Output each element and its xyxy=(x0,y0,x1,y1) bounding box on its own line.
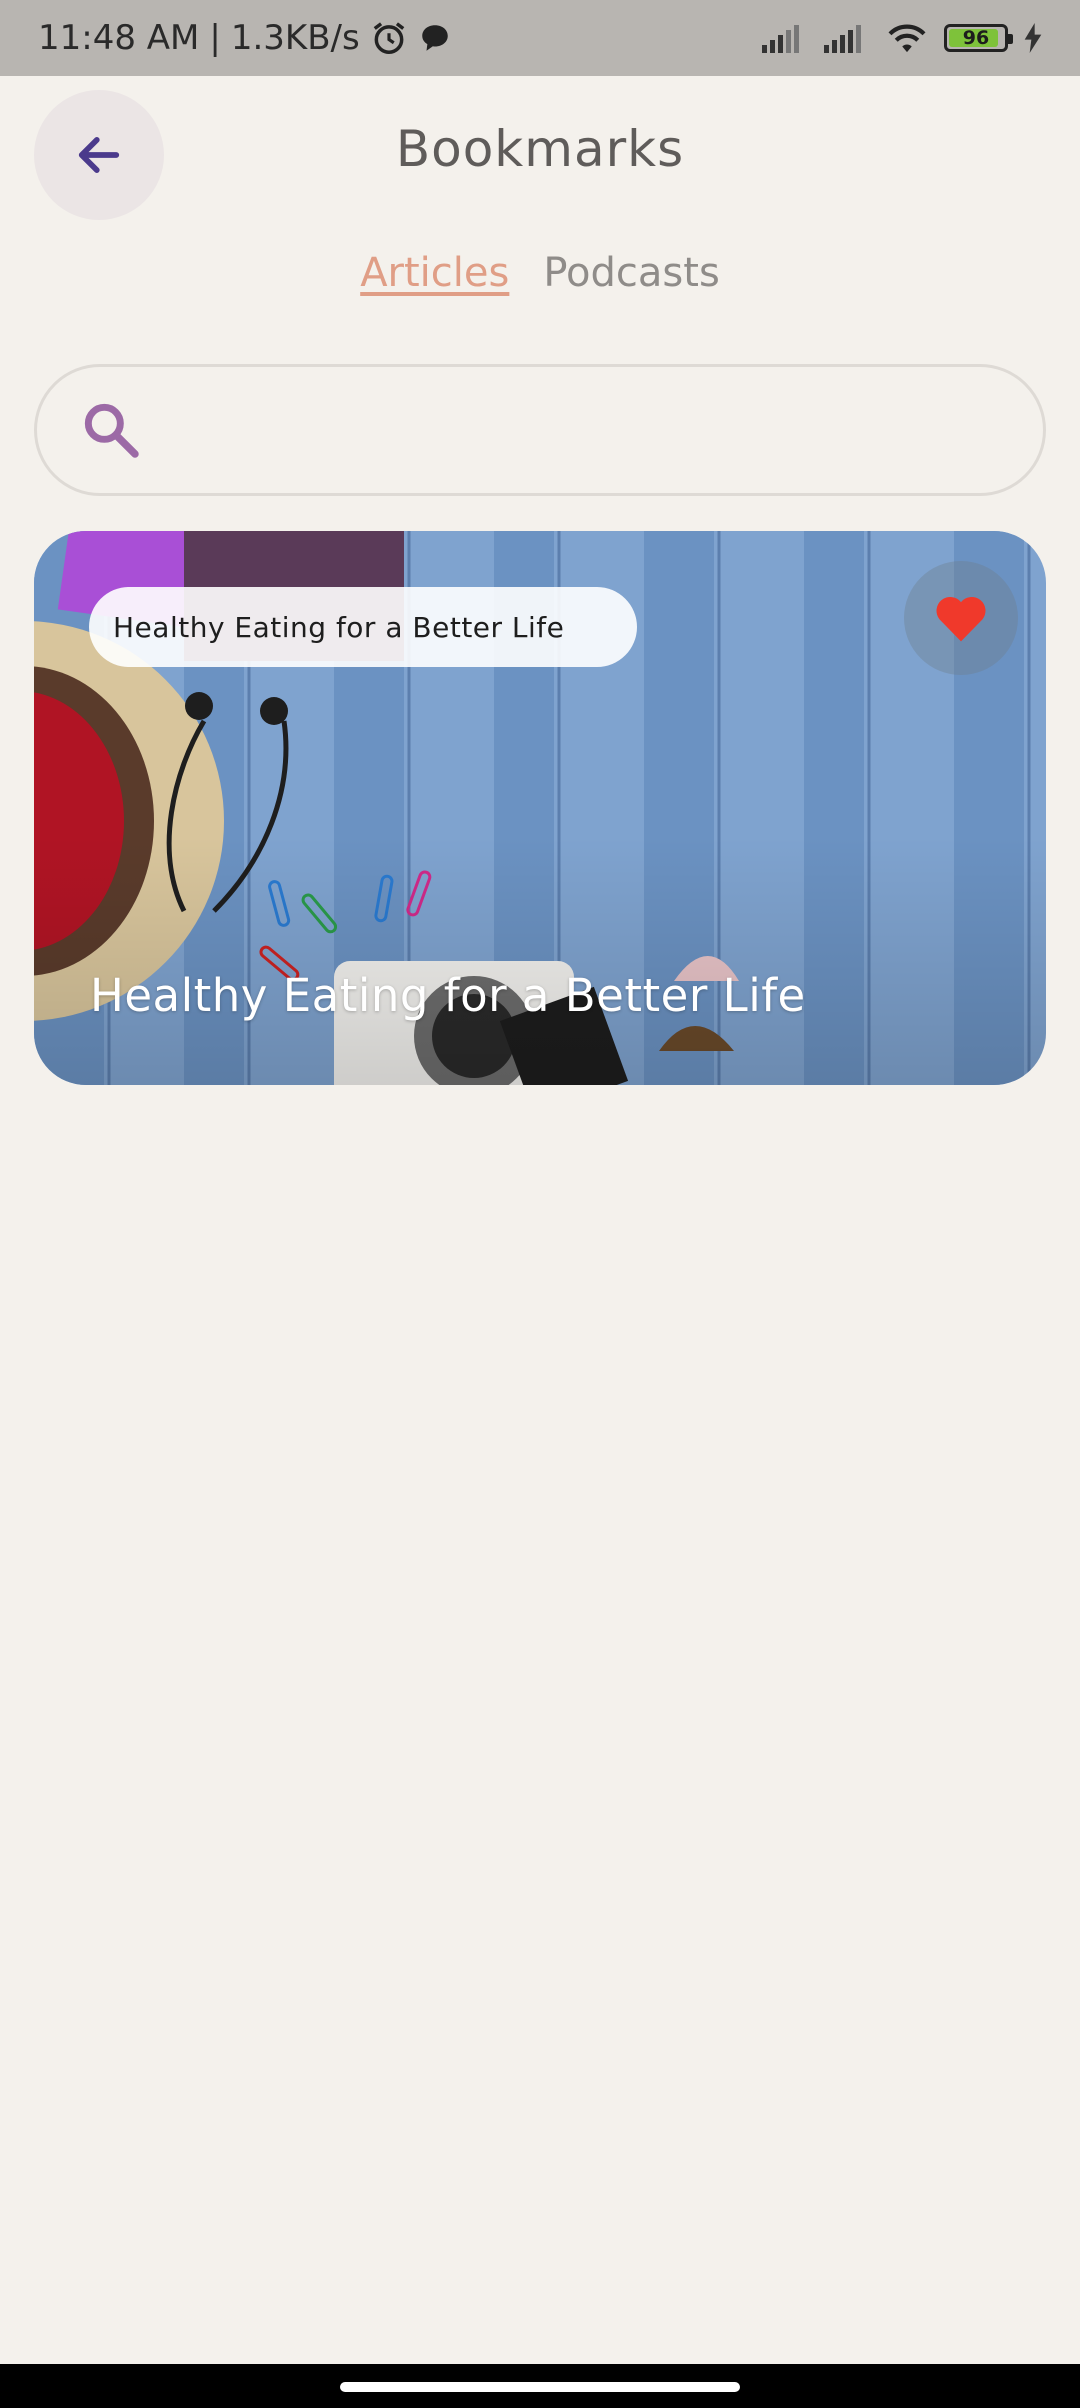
chat-icon xyxy=(421,25,448,51)
card-chip: Healthy Eating for a Better Life xyxy=(89,587,637,667)
tab-bar: Articles Podcasts xyxy=(0,250,1080,296)
signal-icon xyxy=(824,25,861,53)
status-separator: | xyxy=(209,18,221,58)
status-speed: 1.3KB/s xyxy=(230,18,360,58)
page-title: Bookmarks xyxy=(395,120,685,178)
header: Bookmarks xyxy=(0,76,1080,236)
system-nav-bar xyxy=(0,2364,1080,2408)
status-right: 96 xyxy=(760,21,1044,55)
signal-icon xyxy=(762,25,799,53)
alarm-icon xyxy=(373,22,405,54)
battery-icon: 96 xyxy=(944,24,1013,52)
home-indicator[interactable] xyxy=(340,2382,740,2392)
search-bar[interactable] xyxy=(34,364,1046,496)
charging-icon xyxy=(1024,23,1042,53)
favorite-button[interactable] xyxy=(904,561,1018,675)
status-left: 11:48 AM | 1.3KB/s xyxy=(38,18,452,58)
search-icon xyxy=(84,403,139,458)
search-input[interactable] xyxy=(169,400,1043,460)
bookmark-card[interactable]: Healthy Eating for a Better Life Healthy… xyxy=(34,531,1046,1085)
wifi-icon xyxy=(888,24,926,53)
tab-articles[interactable]: Articles xyxy=(360,250,509,296)
battery-level: 96 xyxy=(962,27,990,49)
tab-podcasts[interactable]: Podcasts xyxy=(543,250,719,296)
heart-icon xyxy=(936,596,986,642)
status-bar: 11:48 AM | 1.3KB/s 96 xyxy=(0,0,1080,76)
card-title: Healthy Eating for a Better Life xyxy=(90,969,806,1022)
status-time: 11:48 AM xyxy=(38,18,200,58)
